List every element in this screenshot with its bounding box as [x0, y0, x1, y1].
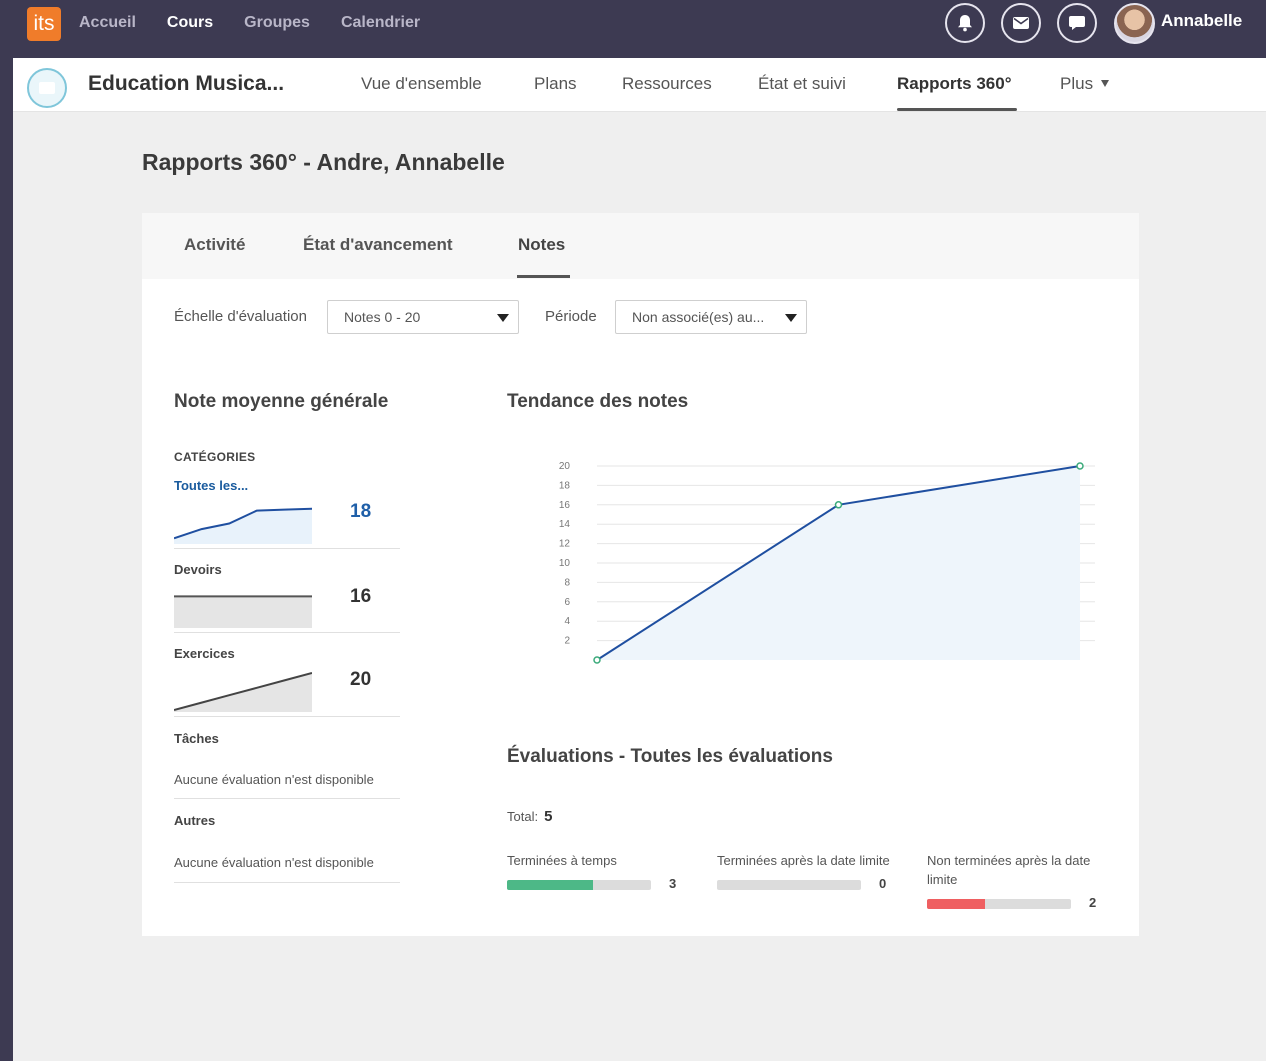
evaluations-total-label: Total:: [507, 809, 539, 824]
trend-title: Tendance des notes: [507, 391, 689, 412]
sparkline-area: [174, 596, 312, 628]
late-done-bar: [717, 880, 861, 890]
main-nav: Accueil Cours Groupes Calendrier: [79, 0, 451, 64]
course-tab-plans[interactable]: Plans: [534, 74, 577, 94]
course-tab-more-label: Plus: [1060, 74, 1094, 93]
y-tick-label: 8: [564, 577, 570, 588]
category-exercices-sparkline: [174, 672, 312, 712]
on-time-bar-fill: [507, 880, 594, 890]
late-undone-bar: [927, 899, 1071, 909]
category-devoirs-label: Devoirs: [174, 562, 222, 577]
category-all-value: 18: [350, 501, 372, 522]
late-done-label: Terminées après la date limite: [717, 853, 890, 868]
divider: [174, 798, 400, 799]
course-title[interactable]: Education Musica...: [88, 72, 284, 96]
dropdown-arrow-icon: [785, 314, 797, 322]
grade-trend-chart: 2 4 6 8 10 12 14 16 18 20: [559, 461, 1095, 664]
active-tab-indicator: [897, 108, 1017, 111]
divider: [174, 548, 400, 549]
evaluations-total-value: 5: [544, 808, 553, 825]
user-name[interactable]: Annabelle: [1161, 11, 1242, 31]
nav-accueil[interactable]: Accueil: [79, 0, 136, 58]
dropdown-arrow-icon: [497, 314, 509, 322]
page-content: Rapports 360° - Andre, Annabelle Activit…: [13, 112, 1266, 1061]
average-title: Note moyenne générale: [174, 391, 389, 412]
category-all-sparkline: [174, 507, 312, 544]
report-tabs: Activité État d'avancement Notes: [142, 213, 1139, 279]
late-undone-bar-fill: [927, 899, 985, 909]
user-avatar[interactable]: [1114, 3, 1155, 44]
tab-activite[interactable]: Activité: [184, 235, 245, 255]
late-done-count: 0: [879, 876, 887, 891]
notes-panel: Échelle d'évaluation Notes 0 - 20 Périod…: [142, 279, 1139, 936]
trend-point[interactable]: [593, 656, 601, 664]
category-devoirs-sparkline: [174, 595, 312, 628]
category-exercices-value: 20: [350, 669, 372, 690]
category-taches-empty: Aucune évaluation n'est disponible: [174, 772, 374, 787]
late-undone-count: 2: [1089, 895, 1097, 910]
evaluations-total: Total: 5: [507, 808, 552, 825]
top-bar: its Accueil Cours Groupes Calendrier Ann…: [0, 0, 1266, 64]
nav-calendrier[interactable]: Calendrier: [341, 0, 420, 58]
active-tab-indicator: [517, 275, 570, 278]
tab-avancement[interactable]: État d'avancement: [303, 235, 453, 255]
left-strip: [0, 58, 13, 1061]
on-time-bar: [507, 880, 651, 890]
course-tab-status[interactable]: État et suivi: [758, 74, 846, 94]
course-icon[interactable]: [27, 68, 67, 108]
y-tick-label: 12: [559, 539, 571, 550]
divider: [174, 882, 400, 883]
evaluations-title: Évaluations - Toutes les évaluations: [507, 746, 833, 767]
its-logo[interactable]: its: [27, 7, 61, 41]
y-tick-label: 4: [564, 616, 570, 627]
trend-point[interactable]: [1076, 462, 1084, 470]
course-tab-resources[interactable]: Ressources: [622, 74, 712, 94]
category-exercices-label: Exercices: [174, 646, 235, 661]
period-select[interactable]: Non associé(es) au...: [615, 300, 807, 334]
category-autres-empty: Aucune évaluation n'est disponible: [174, 855, 374, 870]
divider: [174, 716, 400, 717]
period-label: Période: [545, 308, 597, 325]
y-tick-label: 2: [564, 636, 570, 647]
page-title: Rapports 360° - Andre, Annabelle: [142, 149, 505, 175]
category-taches-label: Tâches: [174, 731, 219, 746]
mail-icon[interactable]: [1001, 3, 1041, 43]
nav-cours[interactable]: Cours: [167, 0, 213, 64]
late-undone-label: Non terminées après la date limite: [927, 853, 1091, 887]
chat-icon[interactable]: [1057, 3, 1097, 43]
scale-select[interactable]: Notes 0 - 20: [327, 300, 519, 334]
on-time-count: 3: [669, 876, 677, 891]
y-tick-label: 16: [559, 500, 571, 511]
course-tab-reports-360[interactable]: Rapports 360°: [897, 74, 1012, 94]
category-autres-label: Autres: [174, 813, 216, 828]
y-tick-label: 14: [559, 519, 571, 530]
course-header: Education Musica... Vue d'ensemble Plans…: [13, 58, 1266, 112]
scale-label: Échelle d'évaluation: [174, 308, 307, 325]
nav-groupes[interactable]: Groupes: [244, 0, 310, 58]
y-tick-label: 6: [564, 597, 570, 608]
sparkline-area: [174, 508, 312, 544]
bell-icon[interactable]: [945, 3, 985, 43]
categories-heading: CATÉGORIES: [174, 450, 256, 464]
caret-down-icon: [1101, 80, 1110, 87]
y-tick-label: 18: [559, 480, 571, 491]
y-tick-label: 20: [559, 461, 571, 472]
tab-notes[interactable]: Notes: [518, 235, 565, 255]
trend-point[interactable]: [834, 501, 843, 509]
on-time-label: Terminées à temps: [507, 853, 617, 868]
period-select-value: Non associé(es) au...: [632, 309, 765, 325]
category-all-link[interactable]: Toutes les...: [174, 478, 248, 493]
category-devoirs-value: 16: [350, 586, 372, 607]
course-tab-more[interactable]: Plus: [1060, 74, 1110, 94]
divider: [174, 632, 400, 633]
y-tick-label: 10: [559, 558, 571, 569]
course-tab-overview[interactable]: Vue d'ensemble: [361, 74, 482, 94]
scale-select-value: Notes 0 - 20: [344, 309, 421, 325]
